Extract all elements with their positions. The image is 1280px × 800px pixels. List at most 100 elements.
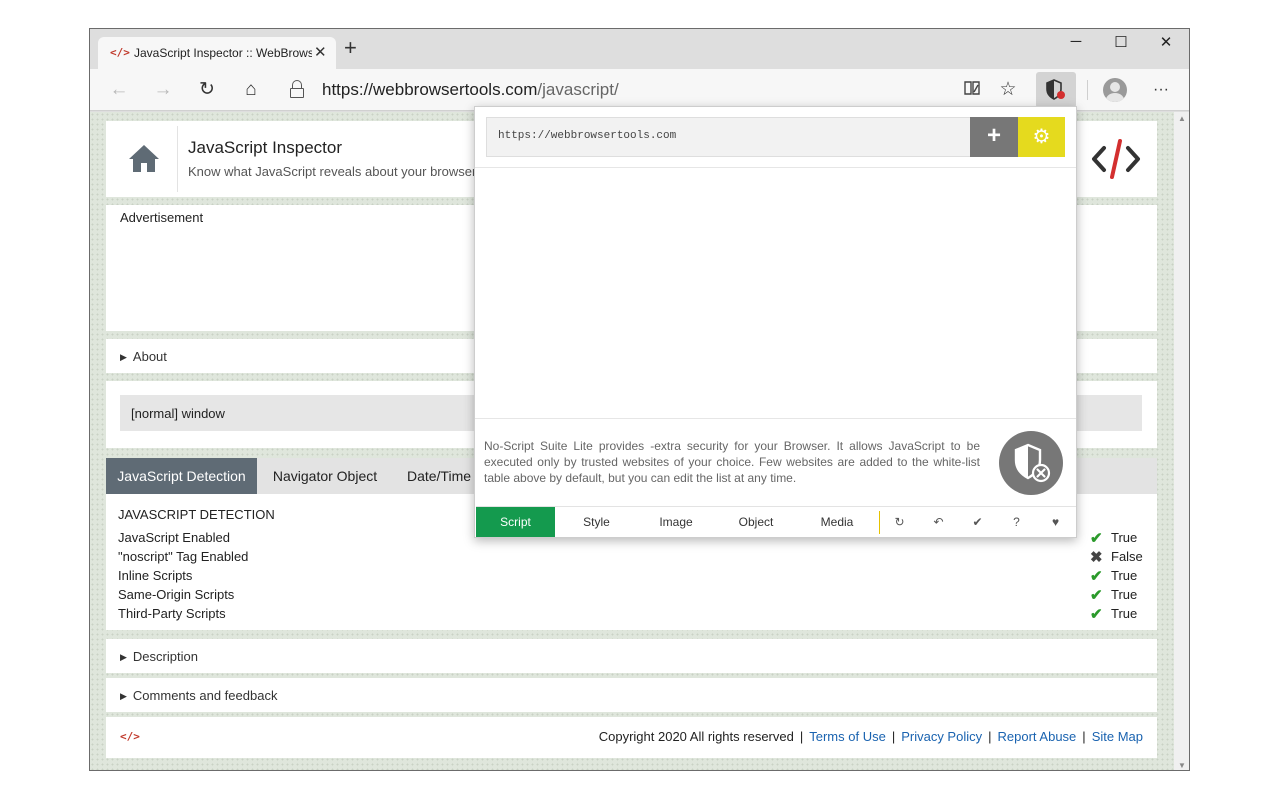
maximize-icon[interactable]: ☐: [1098, 33, 1144, 51]
undo-action-icon[interactable]: ↶: [919, 507, 958, 537]
check-icon: ✔: [1090, 530, 1103, 547]
detection-value: False: [1111, 549, 1143, 564]
type-script-button[interactable]: Script: [476, 507, 555, 537]
detection-row: Inline Scripts ✔ True: [118, 568, 1148, 587]
detection-value: True: [1111, 568, 1138, 583]
cross-icon: ✖: [1090, 549, 1103, 566]
type-image-button[interactable]: Image: [636, 507, 716, 537]
comments-toggle[interactable]: ▶ Comments and feedback: [120, 688, 277, 703]
lock-icon[interactable]: [290, 80, 304, 98]
site-home-icon[interactable]: [128, 143, 160, 173]
tab-javascript-detection[interactable]: JavaScript Detection: [106, 458, 257, 494]
comments-section[interactable]: ▶ Comments and feedback: [106, 678, 1157, 712]
footer-code-logo-icon[interactable]: </>: [120, 730, 140, 743]
url-path: /javascript/: [537, 80, 619, 99]
new-tab-button[interactable]: +: [344, 37, 357, 59]
help-action-icon[interactable]: ?: [997, 507, 1036, 537]
terms-link[interactable]: Terms of Use: [809, 729, 886, 744]
browser-tab[interactable]: </> JavaScript Inspector :: WebBrowserTo…: [98, 37, 336, 69]
site-title: JavaScript Inspector: [188, 138, 343, 157]
reload-icon[interactable]: ↻: [195, 78, 219, 102]
add-site-button[interactable]: +: [970, 117, 1018, 157]
about-label: About: [132, 349, 167, 364]
whitelist-url-input[interactable]: https://webbrowsertools.com: [486, 117, 971, 157]
minimize-icon[interactable]: ─: [1053, 33, 1099, 50]
detection-value: True: [1111, 587, 1138, 602]
detection-name: Same-Origin Scripts: [118, 587, 235, 602]
code-favicon-icon: </>: [110, 46, 130, 59]
tab-close-icon[interactable]: ✕: [314, 43, 327, 61]
url-host: https://webbrowsertools.com: [322, 80, 538, 99]
shield-blocked-icon: [999, 431, 1063, 495]
check-icon: ✔: [1090, 587, 1103, 604]
profile-avatar-icon[interactable]: [1103, 78, 1127, 102]
toolbar-separator: [1087, 80, 1088, 100]
expand-triangle-icon: ▶: [120, 652, 127, 662]
noscript-popup: https://webbrowsertools.com + ⚙ No-Scrip…: [474, 106, 1077, 538]
check-icon: ✔: [1090, 606, 1103, 623]
detection-name: Inline Scripts: [118, 568, 193, 583]
reload-action-icon[interactable]: ↻: [880, 507, 919, 537]
about-toggle[interactable]: ▶ About: [120, 349, 167, 364]
favorite-star-icon[interactable]: ☆: [996, 78, 1020, 102]
whitelist-table: [475, 168, 1076, 418]
ad-label: Advertisement: [120, 210, 204, 225]
detection-row: Same-Origin Scripts ✔ True: [118, 587, 1148, 606]
popup-type-bar: Script Style Image Object Media ↻ ↶ ✔ ? …: [476, 506, 1076, 537]
window-close-icon[interactable]: ✕: [1143, 33, 1189, 51]
forward-icon[interactable]: →: [151, 78, 175, 102]
description-section[interactable]: ▶ Description: [106, 639, 1157, 673]
footer-separator: |: [799, 729, 804, 744]
detection-value: True: [1111, 530, 1138, 545]
check-action-icon[interactable]: ✔: [958, 507, 997, 537]
popup-description: No-Script Suite Lite provides -extra sec…: [484, 439, 980, 485]
report-abuse-link[interactable]: Report Abuse: [998, 729, 1077, 744]
scroll-down-icon[interactable]: ▼: [1178, 761, 1186, 770]
detection-title: JAVASCRIPT DETECTION: [118, 507, 275, 522]
footer-separator: |: [1082, 729, 1086, 744]
tab-strip: </> JavaScript Inspector :: WebBrowserTo…: [90, 29, 1189, 69]
type-media-button[interactable]: Media: [796, 507, 878, 537]
detection-name: Third-Party Scripts: [118, 606, 226, 621]
more-menu-icon[interactable]: ···: [1149, 78, 1173, 102]
immersive-reader-icon[interactable]: [960, 78, 984, 102]
site-map-link[interactable]: Site Map: [1092, 729, 1143, 744]
whitelist-url-value: https://webbrowsertools.com: [498, 130, 677, 142]
privacy-link[interactable]: Privacy Policy: [901, 729, 982, 744]
url-text[interactable]: https://webbrowsertools.com/javascript/: [322, 80, 619, 100]
check-icon: ✔: [1090, 568, 1103, 585]
expand-triangle-icon: ▶: [120, 352, 127, 362]
settings-gear-icon[interactable]: ⚙: [1018, 117, 1065, 157]
detection-value: True: [1111, 606, 1138, 621]
popup-divider: [475, 418, 1076, 419]
type-style-button[interactable]: Style: [557, 507, 636, 537]
tab-navigator-object[interactable]: Navigator Object: [262, 458, 388, 494]
detection-row: Third-Party Scripts ✔ True: [118, 606, 1148, 625]
expand-triangle-icon: ▶: [120, 691, 127, 701]
scroll-up-icon[interactable]: ▲: [1178, 114, 1186, 123]
tab-date-time[interactable]: Date/Time: [399, 458, 479, 494]
tab-title: JavaScript Inspector :: WebBrowserTools: [134, 46, 312, 60]
site-footer: </> Copyright 2020 All rights reserved | T…: [106, 717, 1157, 758]
header-divider: [177, 126, 178, 192]
copyright-text: Copyright 2020 All rights reserved: [598, 729, 794, 744]
description-label: Description: [132, 649, 198, 664]
detection-row: "noscript" Tag Enabled ✖ False: [118, 549, 1148, 568]
code-logo-icon: [1092, 139, 1140, 179]
footer-links: Copyright 2020 All rights reserved | Terms…: [599, 729, 1143, 744]
window-text: [normal] window: [131, 406, 225, 421]
heart-action-icon[interactable]: ♥: [1036, 507, 1075, 537]
type-object-button[interactable]: Object: [716, 507, 796, 537]
browser-toolbar: ← → ↻ ⌂ https://webbrowsertools.com/java…: [90, 69, 1189, 111]
footer-separator: |: [988, 729, 992, 744]
shield-icon: [1046, 79, 1065, 100]
comments-label: Comments and feedback: [132, 688, 278, 703]
back-icon[interactable]: ←: [107, 78, 131, 102]
detection-name: JavaScript Enabled: [118, 530, 231, 545]
description-toggle[interactable]: ▶ Description: [120, 649, 198, 664]
detection-name: "noscript" Tag Enabled: [118, 549, 249, 564]
home-button-icon[interactable]: ⌂: [239, 78, 263, 102]
site-subtitle: Know what JavaScript reveals about your …: [188, 164, 477, 179]
noscript-extension-button[interactable]: [1036, 72, 1076, 108]
page-scrollbar[interactable]: ▲ ▼: [1174, 112, 1189, 770]
